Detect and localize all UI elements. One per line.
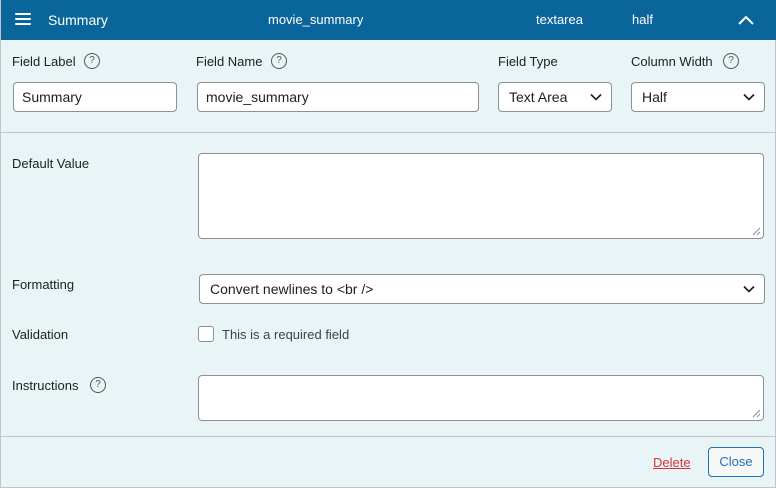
chevron-down-icon xyxy=(743,285,755,293)
help-icon[interactable]: ? xyxy=(271,53,287,69)
footer-divider xyxy=(1,436,776,437)
field-label-input[interactable]: Summary xyxy=(13,82,177,112)
menu-icon[interactable] xyxy=(15,13,31,27)
chevron-up-icon[interactable] xyxy=(737,13,755,27)
close-button[interactable]: Close xyxy=(708,447,764,477)
help-icon[interactable]: ? xyxy=(84,53,100,69)
help-icon[interactable]: ? xyxy=(723,53,739,69)
field-type-label: Field Type xyxy=(498,54,558,69)
formatting-select[interactable]: Convert newlines to <br /> xyxy=(199,274,765,304)
header-field-label: Summary xyxy=(48,12,108,28)
chevron-down-icon xyxy=(743,93,755,101)
chevron-down-icon xyxy=(590,93,602,101)
field-type-value: Text Area xyxy=(509,89,568,105)
default-value-label: Default Value xyxy=(12,156,90,171)
instructions-label: Instructions xyxy=(12,378,79,393)
field-name-label: Field Name xyxy=(196,54,263,69)
header-field-type: textarea xyxy=(536,12,583,27)
header-field-name: movie_summary xyxy=(268,12,364,27)
formatting-label: Formatting xyxy=(12,277,75,292)
delete-link[interactable]: Delete xyxy=(653,455,691,470)
divider xyxy=(1,132,776,133)
instructions-textarea[interactable] xyxy=(198,375,764,421)
field-editor-panel: Summary movie_summary textarea half Fiel… xyxy=(0,0,776,488)
field-header[interactable]: Summary movie_summary textarea half xyxy=(1,0,776,40)
required-checkbox-label[interactable]: This is a required field xyxy=(222,327,349,342)
default-value-textarea[interactable] xyxy=(198,153,764,239)
column-width-label: Column Width xyxy=(631,54,713,69)
resize-handle-icon[interactable] xyxy=(751,408,761,418)
help-icon[interactable]: ? xyxy=(90,377,106,393)
header-column-width: half xyxy=(632,12,653,27)
formatting-value: Convert newlines to <br /> xyxy=(210,281,374,297)
column-width-select[interactable]: Half xyxy=(631,82,765,112)
field-name-input[interactable]: movie_summary xyxy=(197,82,479,112)
field-label-label: Field Label xyxy=(12,54,76,69)
column-width-value: Half xyxy=(642,89,667,105)
field-type-select[interactable]: Text Area xyxy=(498,82,612,112)
required-checkbox[interactable] xyxy=(198,326,214,342)
validation-label: Validation xyxy=(12,327,69,342)
resize-handle-icon[interactable] xyxy=(751,226,761,236)
